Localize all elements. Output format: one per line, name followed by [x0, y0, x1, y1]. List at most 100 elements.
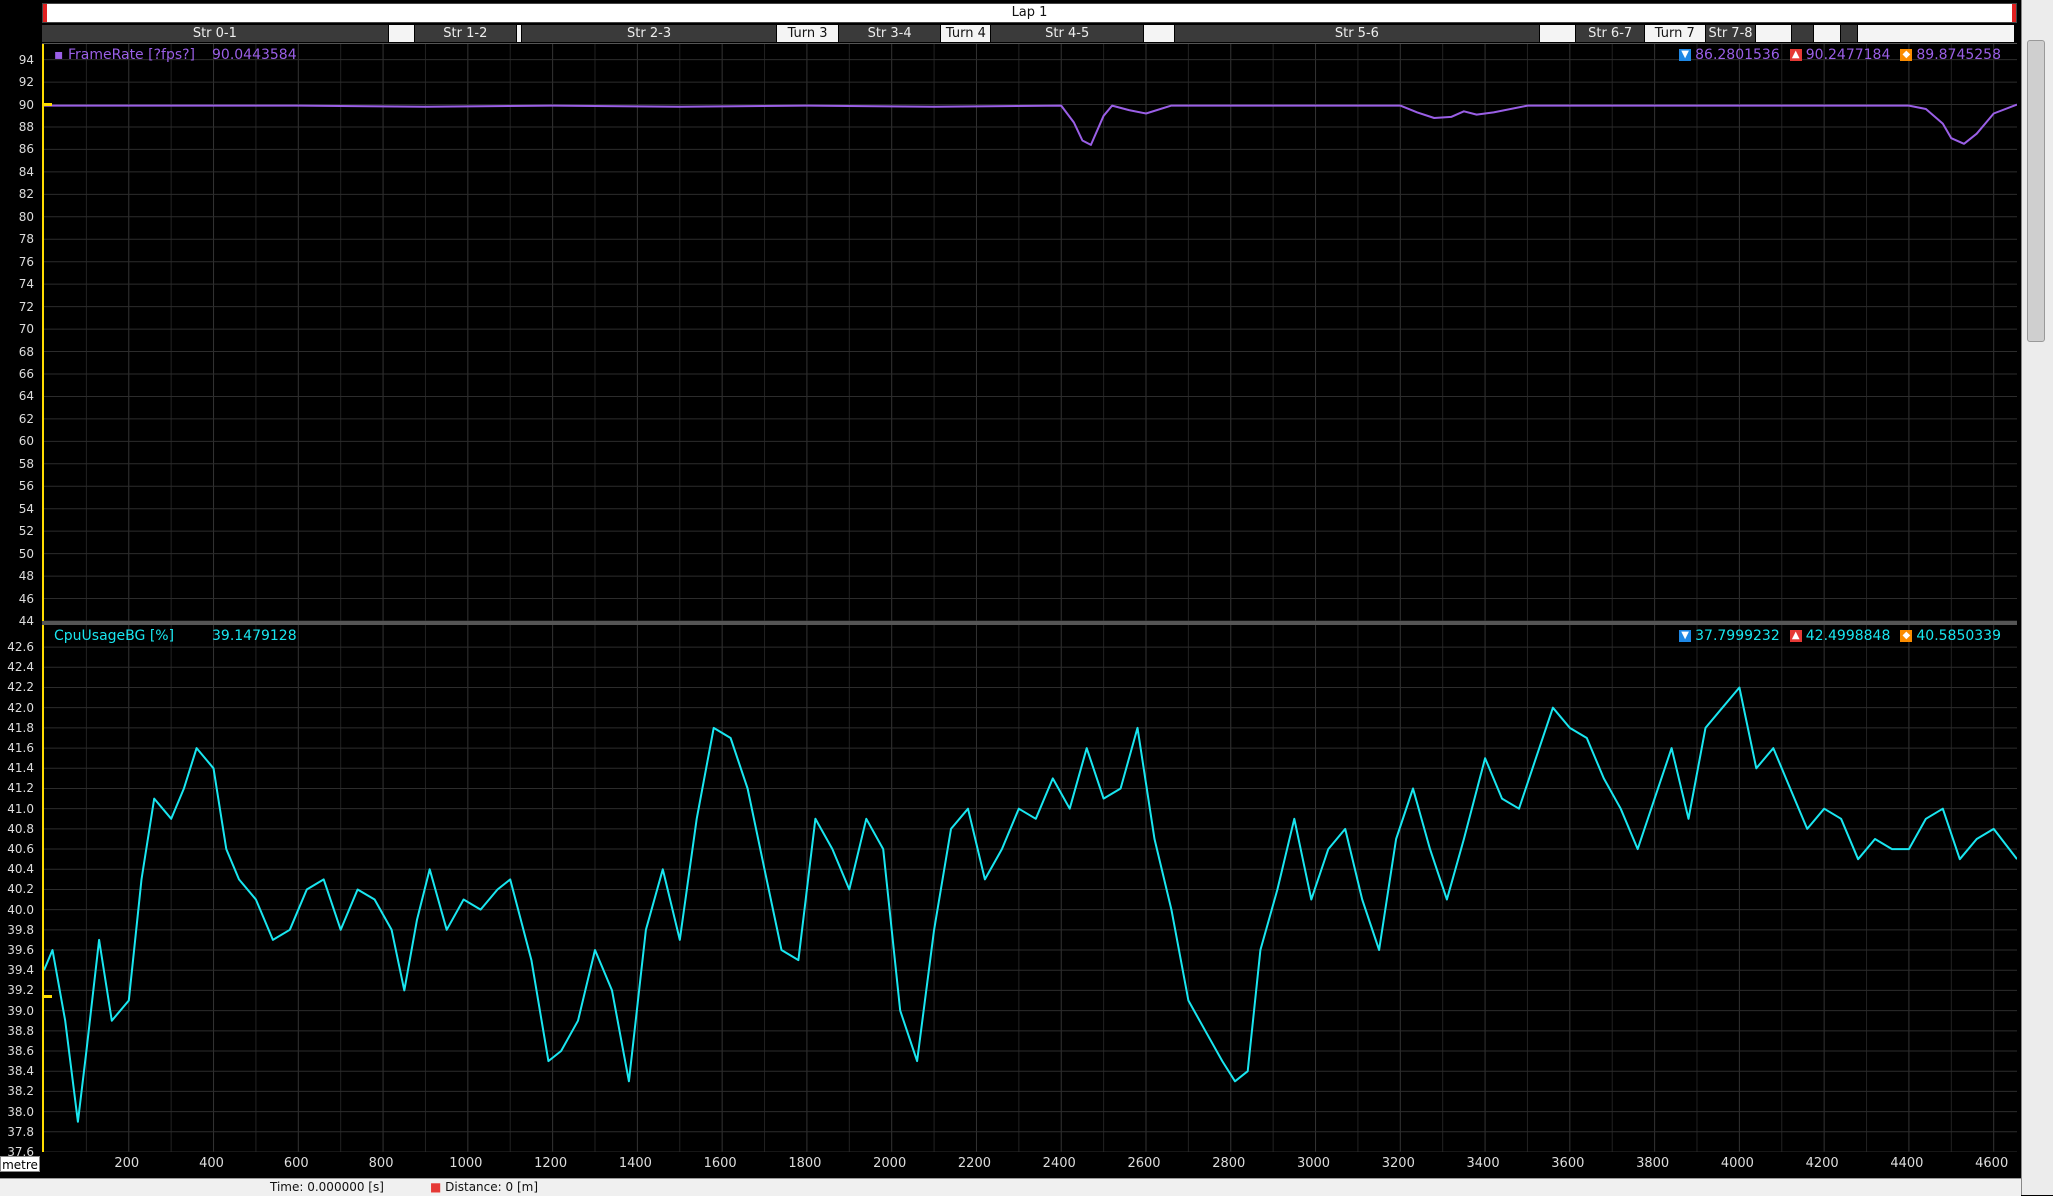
y-tick-label: 90	[18, 97, 34, 112]
y-tick-label: 54	[18, 501, 34, 516]
y-tick-label: 38.6	[7, 1044, 34, 1059]
segment-14[interactable]: Str 7-8	[1705, 25, 1757, 42]
y-tick-label: 42.2	[7, 680, 34, 695]
y-tick-label: 62	[18, 411, 34, 426]
framerate-max-stat: ▲ 90.2477184	[1789, 47, 1890, 63]
y-tick-label: 80	[18, 209, 34, 224]
framerate-y-axis: 94 92 90 88 86 84 82 80 78 76 74 72 70 68 66 64 62 60 58 56…	[0, 44, 40, 628]
cpu-y-axis: 42.6 42.4 42.2 42.0 41.8 41.6 41.4 41.2 41.0 40.8…	[0, 625, 40, 1159]
framerate-title: ▪ FrameRate [?fps?]	[54, 47, 196, 63]
y-tick-label: 39.6	[7, 943, 34, 958]
series-line-0	[44, 686, 2017, 1123]
framerate-value: 90.0443584	[212, 47, 297, 63]
y-tick-label: 74	[18, 277, 34, 292]
y-tick-label: 66	[18, 366, 34, 381]
y-tick-label: 48	[18, 569, 34, 584]
distance-marker-icon: ■	[430, 1180, 442, 1194]
cpu-chart[interactable]	[44, 625, 2017, 1152]
y-tick-label: 92	[18, 75, 34, 90]
cpu-panel[interactable]: CpuUsageBG [%] 39.1479128 ▼ 37.7999232 ▲ 4…	[42, 625, 2017, 1152]
max-arrow-icon: ▲	[1789, 49, 1802, 61]
cpu-min-stat: ▼ 37.7999232	[1679, 628, 1780, 644]
x-axis-unit[interactable]: metre	[0, 1156, 40, 1172]
segment-4[interactable]: Str 2-3	[521, 25, 778, 42]
segment-1[interactable]	[388, 25, 415, 42]
x-tick-label: 3200	[1381, 1156, 1415, 1171]
y-tick-label: 41.6	[7, 741, 34, 756]
y-tick-label: 37.8	[7, 1124, 34, 1139]
y-tick-label: 56	[18, 479, 34, 494]
max-arrow-icon: ▲	[1789, 630, 1802, 642]
y-tick-label: 39.0	[7, 1003, 34, 1018]
x-tick-label: 4600	[1975, 1156, 2009, 1171]
segment-10[interactable]: Str 5-6	[1174, 25, 1541, 42]
cpu-max-stat: ▲ 42.4998848	[1789, 628, 1890, 644]
min-arrow-icon: ▼	[1679, 630, 1692, 642]
segment-8[interactable]: Str 4-5	[991, 25, 1144, 42]
segment-12[interactable]: Str 6-7	[1576, 25, 1645, 42]
y-tick-label: 68	[18, 344, 34, 359]
x-tick-label: 2600	[1127, 1156, 1161, 1171]
status-distance: ■ Distance: 0 [m]	[430, 1180, 539, 1194]
segment-6[interactable]: Str 3-4	[838, 25, 942, 42]
y-tick-label: 60	[18, 434, 34, 449]
y-tick-label: 42.6	[7, 640, 34, 655]
status-bar: Time: 0.000000 [s] ■ Distance: 0 [m]	[0, 1178, 2021, 1196]
x-tick-label: 4200	[1805, 1156, 1839, 1171]
framerate-min-stat: ▼ 86.2801536	[1679, 47, 1780, 63]
segment-11[interactable]	[1540, 25, 1577, 42]
x-tick-label: 1200	[534, 1156, 568, 1171]
y-tick-label: 76	[18, 254, 34, 269]
y-tick-label: 39.2	[7, 983, 34, 998]
lap-label: Lap 1	[1011, 5, 1048, 20]
y-tick-label: 41.4	[7, 761, 34, 776]
y-tick-label: 46	[18, 591, 34, 606]
framerate-panel[interactable]: ▪ FrameRate [?fps?] 90.0443584 ▼ 86.28015…	[42, 44, 2017, 621]
x-tick-label: 1600	[703, 1156, 737, 1171]
segment-13[interactable]: Turn 7	[1644, 25, 1706, 42]
right-scroll-strip	[2021, 0, 2053, 1195]
x-tick-label: 2000	[873, 1156, 907, 1171]
segment-19[interactable]	[1858, 25, 2015, 42]
segment-0[interactable]: Str 0-1	[42, 25, 389, 42]
x-axis: 200 400 600 800 1000 1200 1400 1600 1800 2000 2200…	[42, 1152, 2017, 1176]
segment-7[interactable]: Turn 4	[941, 25, 992, 42]
segment-strip: Str 0-1 Str 1-2 Str 2-3 Turn 3 Str 3-4 Turn 4…	[42, 24, 2017, 44]
segment-16[interactable]	[1792, 25, 1814, 42]
x-tick-label: 4400	[1890, 1156, 1924, 1171]
avg-icon: ◆	[1900, 49, 1913, 61]
y-tick-label: 41.0	[7, 801, 34, 816]
y-tick-label: 38.4	[7, 1064, 34, 1079]
y-tick-label: 41.2	[7, 781, 34, 796]
x-tick-label: 2400	[1042, 1156, 1076, 1171]
segment-18[interactable]	[1841, 25, 1859, 42]
x-tick-label: 200	[114, 1156, 140, 1171]
cpu-avg-stat: ◆ 40.5850339	[1900, 628, 2001, 644]
segment-5[interactable]: Turn 3	[777, 25, 839, 42]
y-tick-label: 94	[18, 52, 34, 67]
framerate-avg-stat: ◆ 89.8745258	[1900, 47, 2001, 63]
y-tick-label: 40.0	[7, 902, 34, 917]
cursor-value-marker	[42, 994, 52, 998]
framerate-chart[interactable]	[44, 44, 2017, 621]
y-tick-label: 42.4	[7, 660, 34, 675]
x-tick-label: 3600	[1551, 1156, 1585, 1171]
y-tick-label: 42.0	[7, 700, 34, 715]
y-tick-label: 50	[18, 546, 34, 561]
y-tick-label: 40.8	[7, 821, 34, 836]
segment-15[interactable]	[1756, 25, 1793, 42]
y-tick-label: 52	[18, 524, 34, 539]
cpu-title: CpuUsageBG [%]	[54, 628, 175, 644]
vertical-scrollbar[interactable]	[2027, 40, 2045, 342]
lap-bar[interactable]: Lap 1	[42, 3, 2017, 23]
segment-2[interactable]: Str 1-2	[414, 25, 517, 42]
segment-9[interactable]	[1143, 25, 1175, 42]
y-tick-label: 38.8	[7, 1023, 34, 1038]
x-tick-label: 400	[199, 1156, 224, 1171]
segment-17[interactable]	[1813, 25, 1842, 42]
y-tick-label: 86	[18, 142, 34, 157]
y-tick-label: 64	[18, 389, 34, 404]
cpu-stats: ▼ 37.7999232 ▲ 42.4998848 ◆ 40.5850339	[1679, 628, 2001, 644]
y-tick-label: 72	[18, 299, 34, 314]
lap-start-marker	[43, 4, 47, 22]
